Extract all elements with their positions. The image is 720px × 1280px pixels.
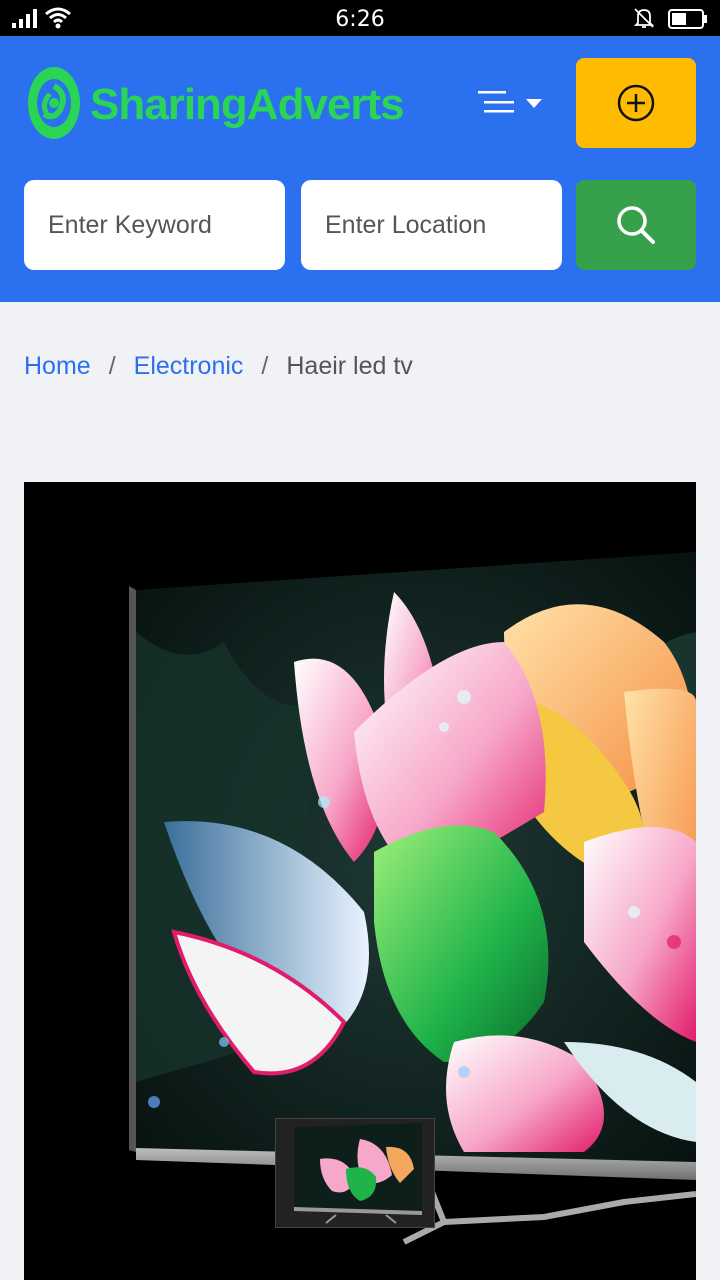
keyword-input[interactable] — [24, 180, 285, 270]
breadcrumb: Home / Electronic / Haeir led tv — [24, 352, 413, 381]
brand-name: SharingAdverts — [90, 80, 405, 129]
battery-icon — [668, 9, 707, 29]
breadcrumb-current: Haeir led tv — [286, 352, 413, 380]
hamburger-menu-icon — [478, 91, 514, 113]
thumbnail-tv-image — [276, 1119, 434, 1227]
brand-logo[interactable]: SharingAdverts — [26, 64, 405, 142]
breadcrumb-electronic-link[interactable]: Electronic — [134, 352, 244, 380]
breadcrumb-separator: / — [261, 352, 269, 380]
sharingadverts-logo-icon — [28, 67, 80, 139]
location-input[interactable] — [301, 180, 562, 270]
status-bar: 6:26 — [0, 0, 720, 36]
site-header: SharingAdverts — [0, 36, 720, 302]
caret-down-icon — [526, 99, 542, 108]
plus-circle-icon — [617, 84, 655, 122]
menu-toggle-button[interactable] — [472, 84, 550, 120]
search-button[interactable] — [576, 180, 696, 270]
post-ad-button[interactable] — [576, 58, 696, 148]
search-icon — [617, 206, 655, 244]
product-thumbnail[interactable] — [275, 1118, 435, 1228]
bell-muted-icon — [633, 8, 655, 28]
status-time: 6:26 — [335, 7, 385, 32]
breadcrumb-home-link[interactable]: Home — [24, 352, 91, 380]
breadcrumb-separator: / — [108, 352, 116, 380]
